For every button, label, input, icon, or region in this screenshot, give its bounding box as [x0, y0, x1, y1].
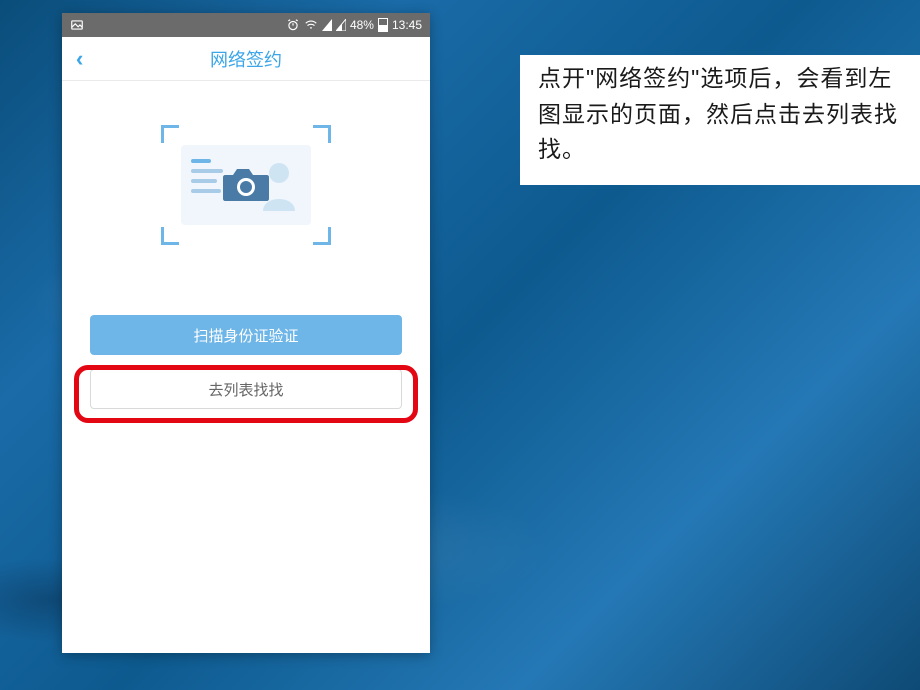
scan-id-button[interactable]: 扫描身份证验证 [90, 315, 402, 355]
back-button[interactable]: ‹ [76, 46, 83, 72]
status-right: 48% 13:45 [286, 18, 422, 32]
go-to-list-label: 去列表找找 [208, 379, 283, 400]
frame-corner [313, 227, 331, 245]
instruction-panel: 点开"网络签约"选项后，会看到左图显示的页面，然后点击去列表找找。 [520, 55, 920, 185]
button-group: 扫描身份证验证 去列表找找 [62, 315, 430, 409]
battery-icon [378, 18, 388, 32]
wifi-icon [304, 18, 318, 32]
frame-corner [161, 227, 179, 245]
status-left [70, 18, 84, 32]
scan-id-label: 扫描身份证验证 [193, 325, 298, 346]
alarm-icon [286, 18, 300, 32]
scan-frame [161, 125, 331, 245]
battery-percent: 48% [350, 18, 374, 32]
id-card-illustration [181, 145, 311, 225]
status-bar: 48% 13:45 [62, 13, 430, 37]
image-icon [70, 18, 84, 32]
signal-icon-2 [336, 19, 346, 31]
frame-corner [161, 125, 179, 143]
phone-screenshot: 48% 13:45 ‹ 网络签约 [62, 13, 430, 653]
camera-icon [221, 165, 271, 205]
go-to-list-button[interactable]: 去列表找找 [90, 369, 402, 409]
signal-icon [322, 19, 332, 31]
id-text-lines [191, 159, 223, 199]
frame-corner [313, 125, 331, 143]
instruction-text: 点开"网络签约"选项后，会看到左图显示的页面，然后点击去列表找找。 [538, 65, 898, 162]
page-title: 网络签约 [62, 46, 430, 72]
clock-time: 13:45 [392, 18, 422, 32]
nav-bar: ‹ 网络签约 [62, 37, 430, 81]
